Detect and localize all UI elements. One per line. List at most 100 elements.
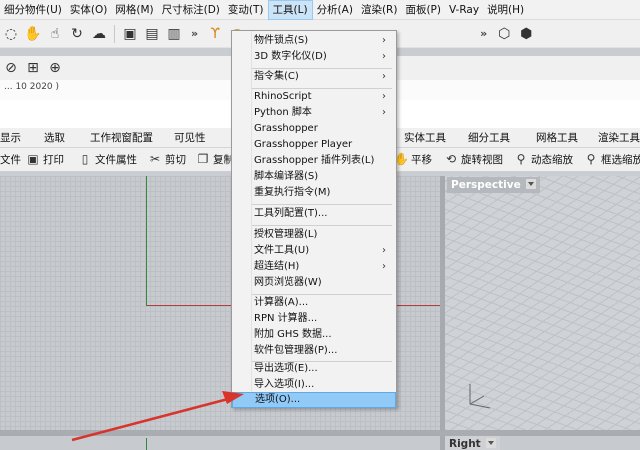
chevron-down-icon[interactable] bbox=[485, 438, 496, 448]
menu-separator bbox=[252, 204, 392, 205]
menu-analyze[interactable]: 分析(A) bbox=[313, 0, 357, 20]
print-label: 打印 bbox=[43, 154, 64, 166]
menu-item-label: 导入选项(I)... bbox=[254, 379, 315, 390]
front-viewport[interactable] bbox=[0, 436, 440, 450]
lamp-icon[interactable]: ϒ bbox=[206, 25, 224, 43]
menu-item-web-browser[interactable]: 网页浏览器(W) bbox=[232, 275, 396, 291]
menu-item-hyperlink[interactable]: 超连结(H) › bbox=[232, 259, 396, 275]
cut-button[interactable]: ✂ 剪切 bbox=[148, 151, 186, 169]
rotate-view-label: 旋转视图 bbox=[461, 154, 503, 166]
menu-item-command-set[interactable]: 指令集(C) › bbox=[232, 69, 396, 85]
copy-button[interactable]: ❐ 复制 bbox=[196, 151, 234, 169]
menu-separator bbox=[252, 225, 392, 226]
menu-item-label: RhinoScript bbox=[254, 91, 312, 102]
menu-item-calculator[interactable]: 计算器(A)... bbox=[232, 295, 396, 311]
box-edit-icon[interactable]: ⬢ bbox=[517, 25, 535, 43]
menu-vray[interactable]: V-Ray bbox=[445, 0, 483, 20]
menu-dimension[interactable]: 尺寸标注(D) bbox=[158, 0, 224, 20]
menu-tools[interactable]: 工具(L) bbox=[267, 0, 313, 20]
chevron-right-icon: › bbox=[382, 51, 386, 62]
menu-item-script-compiler[interactable]: 脚本编译器(S) bbox=[232, 169, 396, 185]
document-icon: ▯ bbox=[81, 152, 89, 166]
rotate-view-button[interactable]: ⟲ 旋转视图 bbox=[444, 151, 503, 169]
zoom-window-button[interactable]: ⚲ 框选缩放 bbox=[584, 151, 640, 169]
tab-viewport-layout[interactable]: 工作视窗配置 bbox=[90, 128, 153, 148]
file-properties-button[interactable]: ▯ 文件属性 bbox=[78, 151, 137, 169]
menu-render[interactable]: 渲染(R) bbox=[357, 0, 402, 20]
menu-item-toolbar-layout[interactable]: 工具列配置(T)... bbox=[232, 206, 396, 222]
menu-mesh[interactable]: 网格(M) bbox=[111, 0, 157, 20]
menu-item-rpn-calculator[interactable]: RPN 计算器... bbox=[232, 311, 396, 327]
chevron-right-icon: › bbox=[382, 107, 386, 118]
menu-item-label: Grasshopper Player bbox=[254, 139, 353, 150]
menu-item-attach-ghs-data[interactable]: 附加 GHS 数据... bbox=[232, 327, 396, 343]
tab-solid-tools[interactable]: 实体工具 bbox=[404, 128, 446, 148]
menu-item-label: 超连结(H) bbox=[254, 261, 300, 272]
viewport-splitter[interactable] bbox=[440, 176, 445, 450]
tab-select[interactable]: 选取 bbox=[44, 128, 65, 148]
menu-item-grasshopper-player[interactable]: Grasshopper Player bbox=[232, 137, 396, 153]
tab-mesh-tools[interactable]: 网格工具 bbox=[536, 128, 578, 148]
zoom-window-icon: ⚲ bbox=[586, 152, 596, 166]
tools-menu-dropdown: 物件锁点(S) › 3D 数字化仪(D) › 指令集(C) › RhinoScript… bbox=[231, 30, 397, 408]
file-button[interactable]: 文件 bbox=[0, 151, 21, 169]
menu-item-label: 3D 数字化仪(D) bbox=[254, 51, 327, 62]
menu-bar: 细分物件(U) 实体(O) 网格(M) 尺寸标注(D) 变动(T) 工具(L) … bbox=[0, 0, 640, 20]
menu-item-label: 文件工具(U) bbox=[254, 245, 310, 256]
perspective-label: Perspective bbox=[451, 179, 521, 191]
menu-panels[interactable]: 面板(P) bbox=[401, 0, 445, 20]
tab-subd-tools[interactable]: 细分工具 bbox=[468, 128, 510, 148]
toolbar-overflow-icon[interactable]: » bbox=[191, 27, 198, 40]
refresh-icon[interactable]: ↻ bbox=[68, 25, 86, 43]
menu-item-license-manager[interactable]: 授权管理器(L) bbox=[232, 227, 396, 243]
tab-render-tools[interactable]: 渲染工具 bbox=[598, 128, 640, 148]
menu-item-label: 指令集(C) bbox=[254, 71, 299, 82]
chevron-down-icon[interactable] bbox=[525, 179, 536, 189]
chevron-right-icon: › bbox=[382, 35, 386, 46]
toolbar-overflow-icon-2[interactable]: » bbox=[480, 27, 487, 40]
menu-item-repeat-command[interactable]: 重复执行指令(M) bbox=[232, 185, 396, 201]
print-button[interactable]: ▣ 打印 bbox=[26, 151, 64, 169]
cloud-icon[interactable]: ☁ bbox=[90, 25, 108, 43]
menu-item-import-options[interactable]: 导入选项(I)... bbox=[232, 377, 396, 393]
window-icon[interactable]: ▤ bbox=[143, 25, 161, 43]
menu-solid[interactable]: 实体(O) bbox=[66, 0, 111, 20]
y-axis-line bbox=[146, 176, 147, 306]
box-icon[interactable]: ⬡ bbox=[495, 25, 513, 43]
right-label: Right bbox=[449, 438, 481, 450]
menu-item-rhinoscript[interactable]: RhinoScript › bbox=[232, 89, 396, 105]
arc-icon[interactable]: ◌ bbox=[2, 25, 20, 43]
menu-item-3d-digitizer[interactable]: 3D 数字化仪(D) › bbox=[232, 49, 396, 65]
menu-item-file-utilities[interactable]: 文件工具(U) › bbox=[232, 243, 396, 259]
eraser-icon[interactable]: ⊘ bbox=[2, 59, 20, 77]
add-icon[interactable]: ⊕ bbox=[46, 59, 64, 77]
menu-item-python-script[interactable]: Python 脚本 › bbox=[232, 105, 396, 121]
grid-icon[interactable]: ⊞ bbox=[24, 59, 42, 77]
menu-subd[interactable]: 细分物件(U) bbox=[0, 0, 66, 20]
menu-item-label: RPN 计算器... bbox=[254, 313, 318, 324]
dynamic-zoom-button[interactable]: ⚲ 动态缩放 bbox=[514, 151, 573, 169]
menu-item-label: 脚本编译器(S) bbox=[254, 171, 319, 182]
menu-item-options[interactable]: 选项(O)... bbox=[232, 392, 396, 408]
tab-display[interactable]: 显示 bbox=[0, 128, 21, 148]
menu-help[interactable]: 说明(H) bbox=[483, 0, 528, 20]
menu-item-object-snap[interactable]: 物件锁点(S) › bbox=[232, 33, 396, 49]
copy-icon: ❐ bbox=[197, 152, 209, 166]
hand-icon[interactable]: ✋ bbox=[24, 25, 42, 43]
menu-item-export-options[interactable]: 导出选项(E)... bbox=[232, 361, 396, 377]
hand-tool-icon[interactable]: ☝ bbox=[46, 25, 64, 43]
tab-visibility[interactable]: 可见性 bbox=[174, 128, 206, 148]
printer-icon[interactable]: ▣ bbox=[121, 25, 139, 43]
menu-transform[interactable]: 变动(T) bbox=[224, 0, 268, 20]
menu-item-label: 选项(O)... bbox=[255, 394, 301, 405]
dynamic-zoom-label: 动态缩放 bbox=[531, 154, 573, 166]
pan-button[interactable]: ✋ 平移 bbox=[394, 151, 432, 169]
perspective-viewport-title[interactable]: Perspective bbox=[447, 177, 540, 193]
printer-icon: ▣ bbox=[27, 152, 39, 166]
menu-item-grasshopper-plugins[interactable]: Grasshopper 插件列表(L) bbox=[232, 153, 396, 169]
toolbar-separator bbox=[114, 24, 115, 43]
menu-item-package-manager[interactable]: 软件包管理器(P)... bbox=[232, 343, 396, 359]
menu-item-grasshopper[interactable]: Grasshopper bbox=[232, 121, 396, 137]
save-icon[interactable]: ▥ bbox=[165, 25, 183, 43]
right-viewport-title[interactable]: Right bbox=[445, 436, 500, 450]
